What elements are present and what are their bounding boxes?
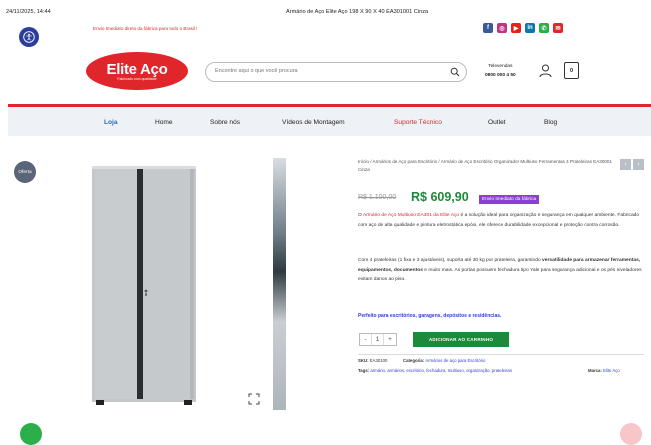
- meta-divider: [358, 354, 644, 355]
- qty-value-input[interactable]: 1: [372, 334, 384, 345]
- prev-product-button[interactable]: ‹: [620, 159, 631, 170]
- qty-minus-button[interactable]: -: [360, 334, 372, 345]
- category-label: Categoria:: [403, 358, 425, 363]
- accessibility-button[interactable]: [19, 27, 39, 47]
- brand-label: Marca:: [588, 368, 602, 373]
- tags-row: Tags: armário, armários, escritório, fec…: [358, 368, 512, 373]
- linkedin-glyph: in: [527, 25, 533, 31]
- whatsapp-glyph: ✆: [541, 25, 547, 32]
- logo-text: Elite Aço: [106, 61, 168, 78]
- current-price: R$ 609,90: [411, 190, 469, 204]
- whatsapp-chat-button[interactable]: [20, 423, 42, 445]
- browser-page-title: Armário de Aço Elite Aço 198 X 90 X 40 E…: [286, 9, 429, 15]
- cart-button[interactable]: 0: [564, 62, 579, 79]
- phone-label: Televendas: [488, 64, 513, 69]
- cart-count: 0: [569, 67, 574, 74]
- sale-badge: Oferta: [14, 161, 36, 183]
- desc1-link[interactable]: Armário de Aço Multiuso EA301 da Elite A…: [363, 213, 459, 218]
- nav-item-loja[interactable]: Loja: [104, 119, 118, 126]
- promo-banner: Envio Imediato direto da fábrica para to…: [93, 26, 198, 31]
- whatsapp-icon[interactable]: ✆: [539, 23, 549, 33]
- nav-item-outlet[interactable]: Outlet: [488, 119, 506, 126]
- description-paragraph-1: O Armário de Aço Multiuso EA301 da Elite…: [358, 211, 643, 230]
- old-price: R$ 1.100,00: [358, 194, 397, 201]
- email-icon[interactable]: ✉: [553, 23, 563, 33]
- next-product-button[interactable]: ›: [633, 159, 644, 170]
- phone-number: 0800 000 4 50: [485, 73, 516, 78]
- instagram-icon[interactable]: ◎: [497, 23, 507, 33]
- nav-item-sobre-nos[interactable]: Sobre nós: [210, 119, 240, 126]
- search-input[interactable]: [215, 68, 435, 74]
- facebook-glyph: f: [487, 25, 489, 31]
- linkedin-icon[interactable]: in: [525, 23, 535, 33]
- email-glyph: ✉: [555, 25, 561, 32]
- product-image[interactable]: [80, 160, 210, 410]
- accessibility-icon: [23, 31, 35, 43]
- chevron-right-icon: ›: [637, 161, 640, 168]
- description-paragraph-2: Com 4 prateleiras (1 fixa e 3 ajustáveis…: [358, 256, 643, 285]
- site-logo[interactable]: Elite Aço Fabricado com qualidade: [86, 52, 188, 90]
- sku-row: SKU: EA30100: [358, 358, 387, 363]
- perfect-for-text: Perfeito para escritórios, garagens, dep…: [358, 313, 502, 319]
- main-nav: Loja Home Sobre nós Vídeos de Montagem S…: [8, 107, 651, 136]
- sku-value: EA30100: [369, 358, 388, 363]
- tags-label: Tags:: [358, 368, 370, 373]
- nav-item-home[interactable]: Home: [155, 119, 173, 126]
- brand-link[interactable]: Elite Aço: [603, 368, 620, 373]
- tags-links[interactable]: armário, armários, escritório, fechadura…: [370, 368, 512, 373]
- category-row: Categoria: Armários de aço para Escritór…: [403, 358, 485, 363]
- expand-icon[interactable]: [248, 393, 260, 405]
- quantity-stepper: - 1 +: [359, 333, 397, 346]
- instagram-glyph: ◎: [499, 25, 505, 32]
- phone-contact[interactable]: Televendas 0800 000 4 50: [485, 62, 516, 80]
- search-icon[interactable]: [450, 67, 460, 77]
- search-bar: [205, 62, 467, 82]
- product-nav-arrows: ‹ ›: [620, 159, 644, 170]
- browser-datetime: 24/11/2025, 14:44: [6, 9, 51, 15]
- gallery-next-image[interactable]: [273, 158, 286, 410]
- breadcrumb[interactable]: Início / Armários de Aço para Escritório…: [358, 158, 613, 174]
- nav-item-videos-montagem[interactable]: Vídeos de Montagem: [282, 119, 345, 126]
- facebook-icon[interactable]: f: [483, 23, 493, 33]
- youtube-icon[interactable]: ▶: [511, 23, 521, 33]
- chevron-left-icon: ‹: [624, 161, 627, 168]
- qty-plus-button[interactable]: +: [384, 334, 396, 345]
- nav-item-suporte-tecnico[interactable]: Suporte Técnico: [394, 119, 442, 126]
- nav-item-blog[interactable]: Blog: [544, 119, 557, 126]
- logo-tagline: Fabricado com qualidade: [117, 77, 157, 81]
- desc2-pre: Com 4 prateleiras (1 fixa e 3 ajustáveis…: [358, 258, 543, 263]
- brand-row: Marca: Elite Aço: [588, 368, 620, 373]
- add-to-cart-button[interactable]: ADICIONAR AO CARRINHO: [413, 332, 509, 347]
- category-link[interactable]: Armários de aço para Escritório: [425, 358, 485, 363]
- youtube-glyph: ▶: [513, 25, 519, 32]
- sku-label: SKU:: [358, 358, 369, 363]
- floating-help-button[interactable]: [620, 423, 642, 445]
- shipping-badge: Envio Imediato da fábrica: [479, 195, 540, 204]
- social-links: f ◎ ▶ in ✆ ✉: [483, 23, 563, 33]
- user-account-icon[interactable]: [539, 64, 552, 78]
